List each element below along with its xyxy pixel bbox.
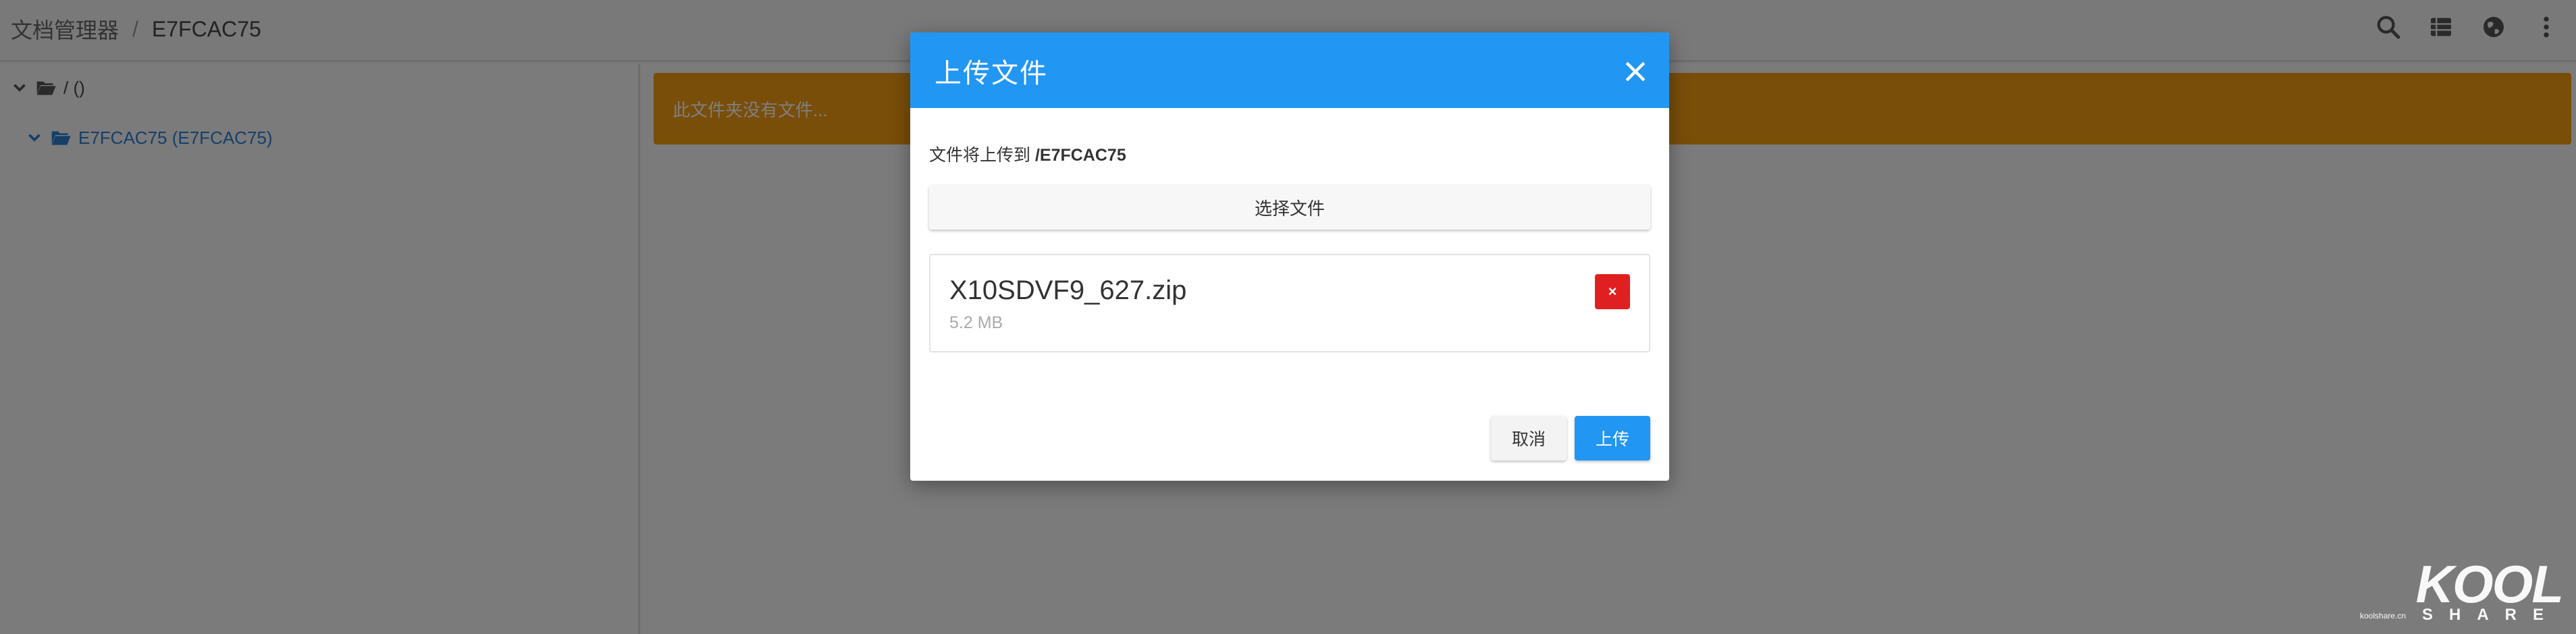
- koolshare-watermark: KOOL SHARE koolshare.cn: [2360, 554, 2564, 625]
- watermark-sub: SHARE: [2421, 606, 2560, 624]
- selected-file-card: X10SDVF9_627.zip 5.2 MB ×: [929, 254, 1650, 352]
- destination-prefix: 文件将上传到: [929, 146, 1035, 165]
- choose-file-button[interactable]: 选择文件: [929, 185, 1650, 230]
- upload-dialog: 上传文件 文件将上传到 /E7FCAC75 选择文件 X10SDVF9_627.…: [910, 32, 1669, 481]
- upload-destination: 文件将上传到 /E7FCAC75: [929, 142, 1126, 166]
- dialog-header: 上传文件: [910, 32, 1669, 108]
- close-icon[interactable]: [1621, 57, 1650, 86]
- destination-path: /E7FCAC75: [1034, 146, 1126, 165]
- file-name: X10SDVF9_627.zip: [949, 275, 1187, 305]
- watermark-brand: KOOL: [2415, 554, 2564, 614]
- watermark-site: koolshare.cn: [2360, 611, 2407, 620]
- cancel-button[interactable]: 取消: [1491, 416, 1567, 460]
- dialog-title: 上传文件: [935, 59, 1048, 88]
- upload-button[interactable]: 上传: [1575, 416, 1650, 460]
- page: 文档管理器 / E7FCAC75 / () E7FCAC75 (E7: [0, 0, 2576, 634]
- file-size: 5.2 MB: [949, 313, 1003, 332]
- remove-file-button[interactable]: ×: [1595, 274, 1630, 309]
